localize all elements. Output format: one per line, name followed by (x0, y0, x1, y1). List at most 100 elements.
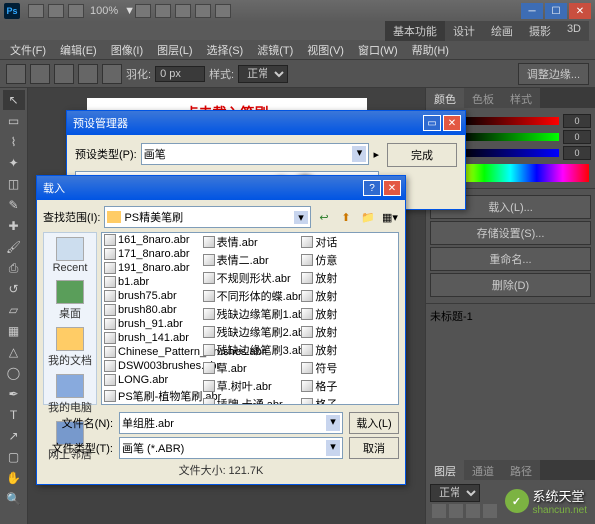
menu-layer[interactable]: 图层(L) (151, 40, 198, 60)
minimize-button[interactable]: ─ (521, 3, 543, 19)
filetype-select[interactable]: 画笔 (*.ABR)▾ (119, 437, 343, 459)
file-item[interactable]: brush75.abr (102, 289, 201, 303)
place-desktop[interactable]: 桌面 (56, 280, 84, 321)
hand-tool[interactable]: ✋ (3, 468, 25, 488)
file-item[interactable]: DSW003brushes.abr (102, 359, 201, 373)
load-help-button[interactable]: ? (363, 180, 381, 196)
marquee-tool[interactable]: ▭ (3, 111, 25, 131)
side-save-button[interactable]: 存储设置(S)... (430, 221, 591, 245)
move-tool[interactable]: ↖ (3, 90, 25, 110)
shape-tool[interactable]: ▢ (3, 447, 25, 467)
tool-preset-icon[interactable] (6, 64, 26, 84)
tab-paths[interactable]: 路径 (502, 460, 540, 480)
marquee-inter-icon[interactable] (102, 64, 122, 84)
newfolder-icon[interactable]: 📁 (359, 208, 377, 226)
file-item[interactable]: 191_8naro.abr (102, 261, 201, 275)
g-value[interactable] (563, 130, 591, 144)
lock-transparent-icon[interactable] (432, 504, 446, 518)
tab-layers[interactable]: 图层 (426, 460, 464, 480)
file-item[interactable]: 放射 (299, 341, 398, 359)
marquee-add-icon[interactable] (54, 64, 74, 84)
preset-close-button[interactable]: ✕ (443, 115, 461, 131)
stamp-tool[interactable]: ⎙ (3, 258, 25, 278)
preset-dialog-titlebar[interactable]: 预设管理器 ▭ ✕ (67, 111, 465, 135)
menu-view[interactable]: 视图(V) (301, 40, 350, 60)
file-item[interactable]: brush_91.abr (102, 317, 201, 331)
style-select[interactable]: 正常 (238, 65, 288, 83)
menu-help[interactable]: 帮助(H) (406, 40, 455, 60)
side-rename-button[interactable]: 重命名... (430, 247, 591, 271)
file-item[interactable]: 放射 (299, 269, 398, 287)
screen-mode-icon[interactable] (215, 4, 231, 18)
back-icon[interactable]: ↩ (315, 208, 333, 226)
gradient-tool[interactable]: ▦ (3, 321, 25, 341)
workspace-tab-painting[interactable]: 绘画 (483, 21, 521, 41)
file-item[interactable]: 放射 (299, 323, 398, 341)
file-item[interactable]: 格子 (299, 395, 398, 405)
file-item[interactable]: 171_8naro.abr (102, 247, 201, 261)
lock-all-icon[interactable] (483, 504, 497, 518)
tab-color[interactable]: 颜色 (426, 88, 464, 108)
extras-icon[interactable] (68, 4, 84, 18)
menu-select[interactable]: 选择(S) (201, 40, 250, 60)
close-button[interactable]: ✕ (569, 3, 591, 19)
menu-window[interactable]: 窗口(W) (352, 40, 404, 60)
zoom-level[interactable]: 100% (90, 5, 118, 17)
tab-channels[interactable]: 通道 (464, 460, 502, 480)
up-icon[interactable]: ⬆ (337, 208, 355, 226)
heal-tool[interactable]: ✚ (3, 216, 25, 236)
blur-tool[interactable]: △ (3, 342, 25, 362)
file-item[interactable]: 表情二.abr (201, 251, 300, 269)
preset-type-select[interactable]: 画笔▾ (141, 143, 370, 165)
b-slider[interactable] (460, 149, 559, 157)
file-item[interactable]: 残缺边缘笔刷1.abr (201, 305, 300, 323)
file-item[interactable]: 插牌.卡通.abr (201, 395, 300, 405)
hand-icon[interactable] (135, 4, 151, 18)
file-item[interactable]: 草.树叶.abr (201, 377, 300, 395)
r-slider[interactable] (460, 117, 559, 125)
file-item[interactable]: 残缺边缘笔刷2.abr (201, 323, 300, 341)
marquee-new-icon[interactable] (30, 64, 50, 84)
file-item[interactable]: brush80.abr (102, 303, 201, 317)
lookin-combo[interactable]: PS精美笔刷 ▾ (104, 206, 311, 228)
launch-bridge-icon[interactable] (28, 4, 44, 18)
file-item[interactable]: 161_8naro.abr (102, 233, 201, 247)
marquee-sub-icon[interactable] (78, 64, 98, 84)
file-item[interactable]: LONG.abr (102, 373, 201, 387)
wand-tool[interactable]: ✦ (3, 153, 25, 173)
file-item[interactable]: 符号 (299, 359, 398, 377)
file-item[interactable]: 不同形体的蝶.abr (201, 287, 300, 305)
lock-position-icon[interactable] (466, 504, 480, 518)
place-recent[interactable]: Recent (53, 237, 88, 274)
load-cancel-button[interactable]: 取消 (349, 437, 399, 459)
menu-filter[interactable]: 滤镜(T) (251, 40, 299, 60)
lasso-tool[interactable]: ⌇ (3, 132, 25, 152)
feather-input[interactable] (155, 66, 205, 82)
place-documents[interactable]: 我的文档 (48, 327, 92, 368)
file-item[interactable]: 表情.abr (201, 233, 300, 251)
preset-help-button[interactable]: ▭ (423, 115, 441, 131)
file-item[interactable]: PS笔刷-植物笔刷.abr (102, 387, 201, 405)
file-item[interactable]: 放射 (299, 287, 398, 305)
eyedropper-tool[interactable]: ✎ (3, 195, 25, 215)
dodge-tool[interactable]: ◯ (3, 363, 25, 383)
preset-flyout-icon[interactable]: ▸ (373, 148, 379, 161)
file-item[interactable]: brush_141.abr (102, 331, 201, 345)
arrange-icon[interactable] (195, 4, 211, 18)
menu-file[interactable]: 文件(F) (4, 40, 52, 60)
file-item[interactable]: 草.abr (201, 359, 300, 377)
tab-styles[interactable]: 样式 (502, 88, 540, 108)
menu-edit[interactable]: 编辑(E) (54, 40, 103, 60)
load-close-button[interactable]: ✕ (383, 180, 401, 196)
viewmenu-icon[interactable]: ▦▾ (381, 208, 399, 226)
file-item[interactable]: Chinese_Pattern_Brushes.abr (102, 345, 201, 359)
blend-mode-select[interactable]: 正常 (430, 484, 480, 502)
file-item[interactable]: 格子 (299, 377, 398, 395)
side-delete-button[interactable]: 删除(D) (430, 273, 591, 297)
g-slider[interactable] (460, 133, 559, 141)
zoom-tool[interactable]: 🔍 (3, 489, 25, 509)
file-item[interactable]: b1.abr (102, 275, 201, 289)
eraser-tool[interactable]: ▱ (3, 300, 25, 320)
workspace-tab-photo[interactable]: 摄影 (521, 21, 559, 41)
workspace-tab-3d[interactable]: 3D (559, 21, 589, 41)
